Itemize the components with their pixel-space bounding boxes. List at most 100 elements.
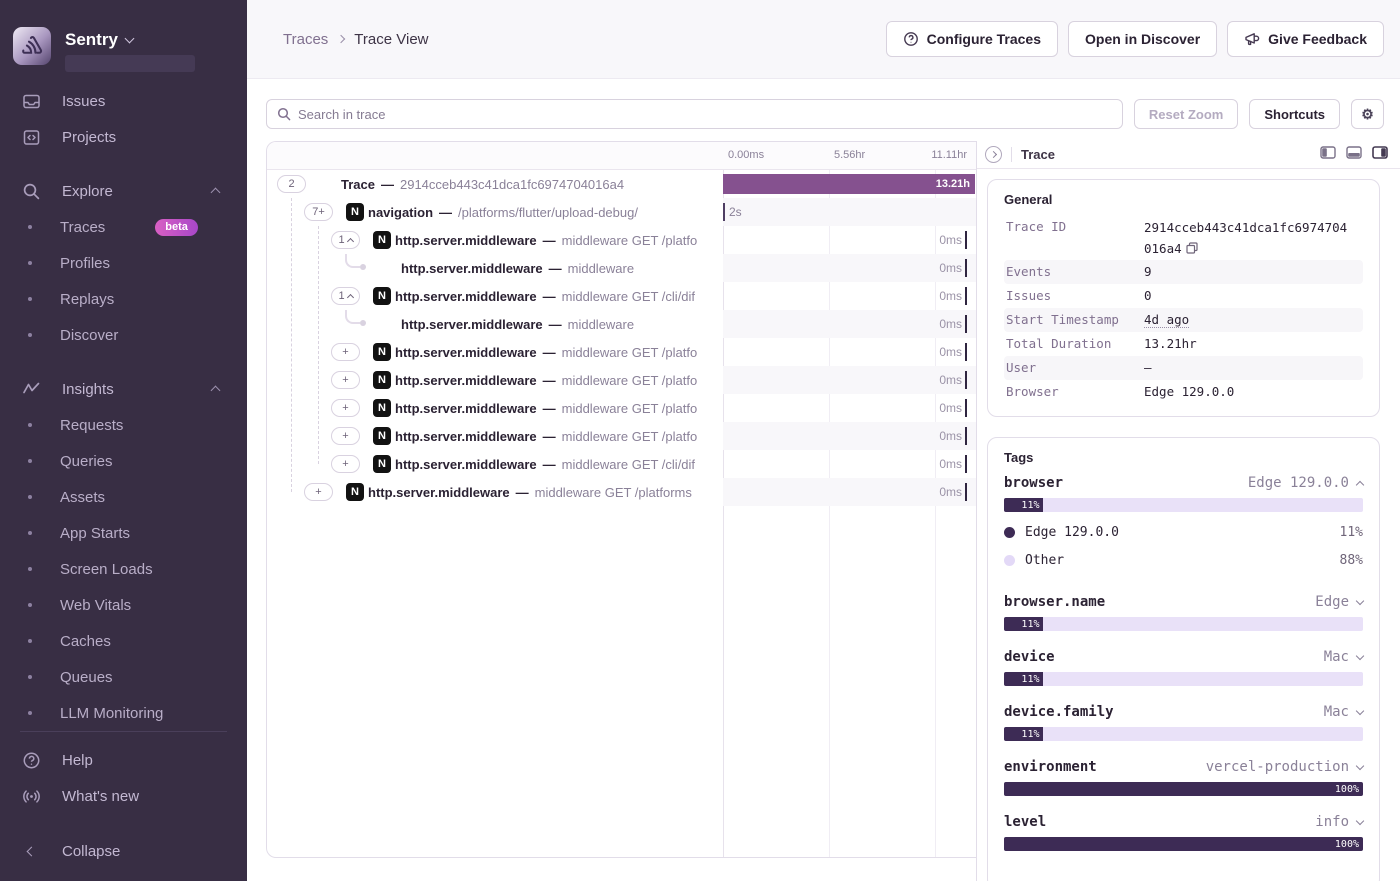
sidebar-item-issues[interactable]: Issues xyxy=(0,83,247,119)
span-bar[interactable] xyxy=(965,343,967,361)
sidebar-item-assets[interactable]: Assets xyxy=(0,479,247,515)
shortcuts-button[interactable]: Shortcuts xyxy=(1249,99,1340,129)
tag-value-toggle[interactable]: Edge xyxy=(1315,594,1363,610)
sidebar-item-app-starts[interactable]: App Starts xyxy=(0,515,247,551)
tag-value-toggle[interactable]: Mac xyxy=(1324,704,1363,720)
sidebar-item-profiles[interactable]: Profiles xyxy=(0,245,247,281)
span-row[interactable]: 1Nhttp.server.middleware—middleware GET … xyxy=(267,282,976,310)
span-expand-badge[interactable]: + xyxy=(331,343,360,361)
sidebar-item-help[interactable]: Help xyxy=(0,742,247,778)
tag-key[interactable]: browser xyxy=(1004,475,1063,491)
span-op: http.server.middleware xyxy=(395,429,537,444)
tag-key[interactable]: level xyxy=(1004,814,1046,830)
span-bar[interactable] xyxy=(965,371,967,389)
search-input[interactable] xyxy=(298,107,1112,122)
span-expand-badge[interactable]: + xyxy=(331,399,360,417)
span-op: http.server.middleware xyxy=(401,261,543,276)
sidebar-item-label: Insights xyxy=(62,381,114,398)
tag-distribution-bar[interactable]: 100% xyxy=(1004,837,1363,851)
collapse-panel-button[interactable] xyxy=(985,146,1002,163)
tag-value-toggle[interactable]: info xyxy=(1315,814,1363,830)
span-bar[interactable] xyxy=(723,203,725,221)
sidebar-item-requests[interactable]: Requests xyxy=(0,407,247,443)
span-bar[interactable] xyxy=(965,455,967,473)
tag-legend-row[interactable]: Other88% xyxy=(1004,553,1363,568)
sidebar-item-insights[interactable]: Insights xyxy=(0,371,247,407)
sidebar-item-label: Explore xyxy=(62,183,113,200)
dock-left-icon[interactable] xyxy=(1320,146,1336,164)
sidebar-collapse-button[interactable]: Collapse xyxy=(0,833,247,869)
span-row[interactable]: http.server.middleware—middleware0ms xyxy=(267,310,976,338)
dash-separator: — xyxy=(381,177,394,192)
span-bar[interactable] xyxy=(965,427,967,445)
dock-right-icon[interactable] xyxy=(1372,146,1388,164)
tag-key[interactable]: device.family xyxy=(1004,704,1114,720)
reset-zoom-button[interactable]: Reset Zoom xyxy=(1134,99,1238,129)
tag-key[interactable]: device xyxy=(1004,649,1055,665)
span-expand-badge[interactable]: + xyxy=(304,483,333,501)
tag-key[interactable]: browser.name xyxy=(1004,594,1105,610)
span-expand-badge[interactable]: + xyxy=(331,371,360,389)
sidebar-item-screen-loads[interactable]: Screen Loads xyxy=(0,551,247,587)
span-bar[interactable] xyxy=(965,399,967,417)
tag-value-toggle[interactable]: Edge 129.0.0 xyxy=(1248,475,1363,491)
trace-duration-bar[interactable]: 13.21h xyxy=(723,174,975,194)
sidebar-item-llm-monitoring[interactable]: LLM Monitoring xyxy=(0,695,247,731)
span-row[interactable]: 1Nhttp.server.middleware—middleware GET … xyxy=(267,226,976,254)
sidebar-item-caches[interactable]: Caches xyxy=(0,623,247,659)
tag-block-device: device Mac 11% xyxy=(1004,649,1363,686)
span-row[interactable]: http.server.middleware—middleware0ms xyxy=(267,254,976,282)
span-expand-badge[interactable]: 7+ xyxy=(304,203,333,221)
sidebar-item-traces[interactable]: Tracesbeta xyxy=(0,209,247,245)
give-feedback-button[interactable]: Give Feedback xyxy=(1227,21,1384,57)
tag-legend-row[interactable]: Edge 129.0.011% xyxy=(1004,525,1363,540)
tag-value-toggle[interactable]: vercel-production xyxy=(1206,759,1363,775)
tag-key[interactable]: environment xyxy=(1004,759,1097,775)
org-switcher[interactable]: Sentry xyxy=(0,21,247,83)
span-row[interactable]: 2Trace—2914cceb443c41dca1fc6974704016a41… xyxy=(267,170,976,198)
span-row[interactable]: +Nhttp.server.middleware—middleware GET … xyxy=(267,478,976,506)
tag-distribution-bar[interactable]: 11% xyxy=(1004,498,1363,512)
span-expand-badge[interactable]: 1 xyxy=(331,287,360,305)
sidebar-item-explore[interactable]: Explore xyxy=(0,173,247,209)
span-bar[interactable] xyxy=(965,259,967,277)
tag-distribution-bar[interactable]: 11% xyxy=(1004,672,1363,686)
settings-gear-button[interactable]: ⚙ xyxy=(1351,99,1384,129)
tag-distribution-bar[interactable]: 100% xyxy=(1004,782,1363,796)
span-bar[interactable] xyxy=(965,287,967,305)
span-bar[interactable] xyxy=(965,483,967,501)
sidebar-item-discover[interactable]: Discover xyxy=(0,317,247,353)
tag-distribution-bar[interactable]: 11% xyxy=(1004,617,1363,631)
legend-dot xyxy=(1004,555,1015,566)
open-in-discover-button[interactable]: Open in Discover xyxy=(1068,21,1217,57)
sidebar-item-label: LLM Monitoring xyxy=(60,705,163,722)
sidebar-item-replays[interactable]: Replays xyxy=(0,281,247,317)
sidebar-item-queries[interactable]: Queries xyxy=(0,443,247,479)
breadcrumb-traces[interactable]: Traces xyxy=(283,31,328,48)
sidebar-item-label: Projects xyxy=(62,129,116,146)
span-row[interactable]: 7+Nnavigation—/platforms/flutter/upload-… xyxy=(267,198,976,226)
span-bar[interactable] xyxy=(965,315,967,333)
sidebar-item-queues[interactable]: Queues xyxy=(0,659,247,695)
span-row[interactable]: +Nhttp.server.middleware—middleware GET … xyxy=(267,366,976,394)
span-row[interactable]: +Nhttp.server.middleware—middleware GET … xyxy=(267,338,976,366)
span-row[interactable]: +Nhttp.server.middleware—middleware GET … xyxy=(267,394,976,422)
span-row[interactable]: +Nhttp.server.middleware—middleware GET … xyxy=(267,450,976,478)
tag-distribution-bar[interactable]: 11% xyxy=(1004,727,1363,741)
span-row[interactable]: +Nhttp.server.middleware—middleware GET … xyxy=(267,422,976,450)
general-value[interactable]: 4d ago xyxy=(1144,308,1189,332)
nextjs-icon: N xyxy=(346,203,364,221)
sidebar-item-what-s-new[interactable]: What's new xyxy=(0,778,247,814)
span-expand-badge[interactable]: 1 xyxy=(331,231,360,249)
span-expand-badge[interactable]: + xyxy=(331,455,360,473)
copy-icon[interactable] xyxy=(1186,239,1198,260)
bullet-icon xyxy=(28,333,32,337)
dock-bottom-icon[interactable] xyxy=(1346,146,1362,164)
span-bar[interactable] xyxy=(965,231,967,249)
configure-traces-button[interactable]: Configure Traces xyxy=(886,21,1058,57)
span-expand-badge[interactable]: 2 xyxy=(277,175,306,193)
tag-value-toggle[interactable]: Mac xyxy=(1324,649,1363,665)
sidebar-item-projects[interactable]: Projects xyxy=(0,119,247,155)
sidebar-item-web-vitals[interactable]: Web Vitals xyxy=(0,587,247,623)
span-expand-badge[interactable]: + xyxy=(331,427,360,445)
